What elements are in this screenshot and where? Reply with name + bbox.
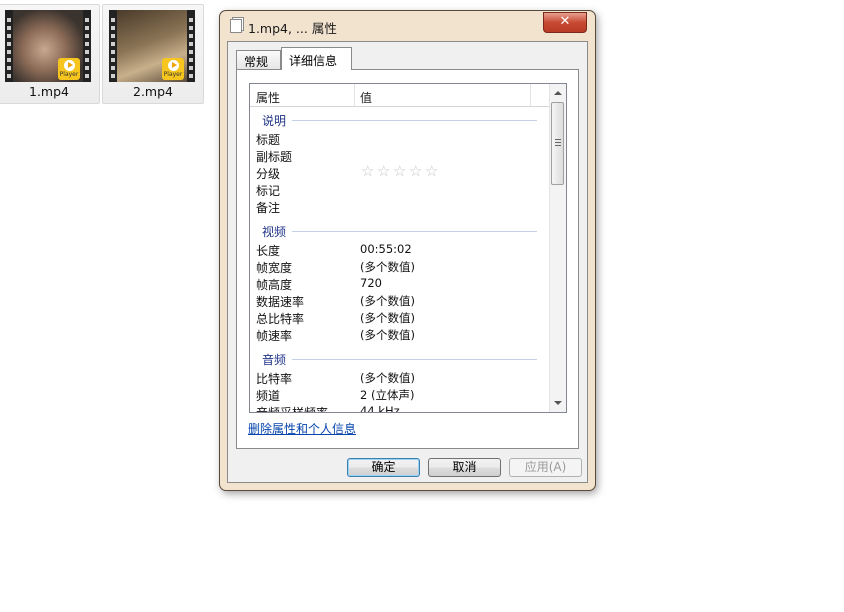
property-value: (多个数值) <box>360 260 415 274</box>
star-icon[interactable]: ☆ <box>377 164 393 179</box>
player-badge-icon: Player <box>58 58 80 80</box>
group-header-description: 说明 <box>250 110 549 128</box>
list-item[interactable]: 总比特率 (多个数值) <box>250 309 549 326</box>
property-value: 2 (立体声) <box>360 388 415 402</box>
grip-icon <box>555 139 561 146</box>
properties-dialog: 1.mp4, ... 属性 ✕ 常规 详细信息 属性 值 说明 标题 副标题 分… <box>219 10 596 491</box>
list-item[interactable]: 标记 <box>250 181 549 198</box>
list-item[interactable]: 备注 <box>250 198 549 215</box>
property-value: 00:55:02 <box>360 242 412 256</box>
file-tile-2[interactable]: Player 2.mp4 <box>102 4 204 104</box>
file-tile-1[interactable]: Player 1.mp4 <box>0 4 100 104</box>
group-divider <box>292 359 537 360</box>
property-name: 分级 <box>256 167 281 181</box>
group-label: 音频 <box>262 353 287 367</box>
property-list[interactable]: 属性 值 说明 标题 副标题 分级 ☆ ☆ ☆ ☆ ☆ 标记 备注 视频 长度 … <box>249 83 567 413</box>
dialog-title: 1.mp4, ... 属性 <box>248 21 337 36</box>
property-name: 频道 <box>256 389 281 403</box>
star-icon[interactable]: ☆ <box>361 164 377 179</box>
star-icon[interactable]: ☆ <box>393 164 409 179</box>
title-bar[interactable]: 1.mp4, ... 属性 ✕ <box>220 11 595 41</box>
list-item[interactable]: 分级 ☆ ☆ ☆ ☆ ☆ <box>250 164 549 182</box>
property-name: 标记 <box>256 184 281 198</box>
property-value: (多个数值) <box>360 328 415 342</box>
property-value: (多个数值) <box>360 294 415 308</box>
group-divider <box>292 231 537 232</box>
dialog-client-area: 常规 详细信息 属性 值 说明 标题 副标题 分级 ☆ ☆ ☆ ☆ ☆ 标记 备… <box>227 41 588 483</box>
property-name: 帧高度 <box>256 278 293 292</box>
property-value: (多个数值) <box>360 371 415 385</box>
details-tab-page: 属性 值 说明 标题 副标题 分级 ☆ ☆ ☆ ☆ ☆ 标记 备注 视频 长度 … <box>236 69 579 449</box>
list-item[interactable]: 数据速率 (多个数值) <box>250 292 549 309</box>
group-divider <box>292 120 537 121</box>
rating-stars[interactable]: ☆ ☆ ☆ ☆ ☆ <box>361 164 441 179</box>
property-value: 720 <box>360 276 382 290</box>
remove-properties-link[interactable]: 删除属性和个人信息 <box>248 420 356 437</box>
property-value: 44 kHz <box>360 404 400 412</box>
close-button[interactable]: ✕ <box>543 12 587 33</box>
video-thumbnail: Player <box>109 10 195 82</box>
scroll-down-arrow-icon[interactable] <box>554 401 562 405</box>
scrollbar-thumb[interactable] <box>551 102 564 185</box>
list-item[interactable]: 频道 2 (立体声) <box>250 386 549 403</box>
list-body: 说明 标题 副标题 分级 ☆ ☆ ☆ ☆ ☆ 标记 备注 视频 长度 00:55… <box>250 107 549 412</box>
column-divider[interactable] <box>530 84 531 106</box>
list-item[interactable]: 帧速率 (多个数值) <box>250 326 549 343</box>
apply-button[interactable]: 应用(A) <box>509 458 582 477</box>
star-icon[interactable]: ☆ <box>425 164 441 179</box>
property-name: 比特率 <box>256 372 293 386</box>
group-header-video: 视频 <box>250 221 549 239</box>
property-name: 帧速率 <box>256 329 293 343</box>
list-header: 属性 值 <box>250 84 549 107</box>
list-item[interactable]: 音频采样频率 44 kHz <box>250 403 549 412</box>
ok-button[interactable]: 确定 <box>347 458 420 477</box>
column-divider[interactable] <box>354 84 355 106</box>
tab-details[interactable]: 详细信息 <box>281 47 352 70</box>
column-header-value[interactable]: 值 <box>360 89 372 106</box>
column-header-property[interactable]: 属性 <box>256 89 280 106</box>
property-name: 长度 <box>256 244 281 258</box>
property-value: (多个数值) <box>360 311 415 325</box>
scroll-up-arrow-icon[interactable] <box>554 91 562 95</box>
list-item[interactable]: 标题 <box>250 130 549 147</box>
group-label: 视频 <box>262 225 287 239</box>
property-name: 帧宽度 <box>256 261 293 275</box>
property-name: 总比特率 <box>256 312 305 326</box>
list-item[interactable]: 长度 00:55:02 <box>250 241 549 258</box>
property-name: 备注 <box>256 201 281 215</box>
video-thumbnail: Player <box>5 10 91 82</box>
player-badge-icon: Player <box>162 58 184 80</box>
vertical-scrollbar[interactable] <box>549 84 566 412</box>
tab-general[interactable]: 常规 <box>236 50 281 69</box>
star-icon[interactable]: ☆ <box>409 164 425 179</box>
cancel-button[interactable]: 取消 <box>428 458 501 477</box>
file-name: 2.mp4 <box>133 84 173 99</box>
file-name: 1.mp4 <box>29 84 69 99</box>
property-name: 副标题 <box>256 150 293 164</box>
list-item[interactable]: 帧高度 720 <box>250 275 549 292</box>
property-name: 数据速率 <box>256 295 305 309</box>
document-icon <box>230 19 242 33</box>
property-name: 音频采样频率 <box>256 404 328 412</box>
property-name: 标题 <box>256 133 281 147</box>
group-label: 说明 <box>262 114 287 128</box>
list-item[interactable]: 比特率 (多个数值) <box>250 369 549 386</box>
group-header-audio: 音频 <box>250 349 549 367</box>
list-item[interactable]: 帧宽度 (多个数值) <box>250 258 549 275</box>
